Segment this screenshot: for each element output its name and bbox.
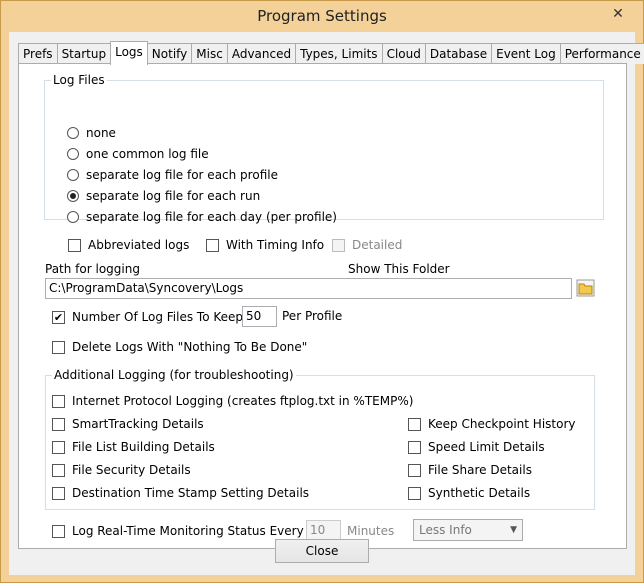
checkbox-label: Detailed bbox=[352, 238, 403, 252]
dialog-client: Prefs Startup Logs Notify Misc Advanced … bbox=[9, 32, 644, 575]
destination-time-stamp-checkbox[interactable]: Destination Time Stamp Setting Details bbox=[52, 485, 309, 501]
tab-database[interactable]: Database bbox=[424, 43, 493, 64]
tab-misc[interactable]: Misc bbox=[191, 43, 228, 64]
checkbox-label: Number Of Log Files To Keep: bbox=[72, 310, 248, 324]
keep-log-files-checkbox[interactable]: ✔ Number Of Log Files To Keep: bbox=[52, 309, 247, 325]
checkbox-label: Delete Logs With "Nothing To Be Done" bbox=[72, 340, 308, 354]
chevron-down-icon: ▼ bbox=[510, 525, 517, 535]
logs-tab-page: Log Files none one common log file separ… bbox=[18, 63, 627, 549]
keep-checkpoint-history-checkbox[interactable]: Keep Checkpoint History bbox=[408, 416, 576, 432]
keep-count-input[interactable]: 50 bbox=[242, 306, 277, 327]
radio-per-day[interactable]: separate log file for each day (per prof… bbox=[67, 209, 337, 225]
log-path-input[interactable]: C:\ProgramData\Syncovery\Logs bbox=[45, 278, 572, 299]
tab-performance[interactable]: Performance bbox=[559, 43, 644, 64]
checkbox[interactable] bbox=[52, 463, 65, 477]
radio-label: none bbox=[86, 126, 116, 140]
radio-label: separate log file for each run bbox=[86, 189, 261, 203]
checkbox-label: File Security Details bbox=[72, 463, 191, 477]
radio-button-selected[interactable] bbox=[67, 190, 79, 202]
tab-notify[interactable]: Notify bbox=[146, 43, 193, 64]
abbreviated-logs-checkbox[interactable]: Abbreviated logs bbox=[68, 237, 189, 253]
window-title: Program Settings bbox=[257, 7, 387, 25]
close-button[interactable]: Close bbox=[275, 539, 369, 563]
checkbox-label: Abbreviated logs bbox=[88, 238, 190, 252]
radio-button[interactable] bbox=[67, 127, 79, 139]
additional-logging-title: Additional Logging (for troubleshooting) bbox=[52, 368, 296, 382]
browse-folder-button[interactable] bbox=[576, 278, 595, 298]
folder-icon bbox=[576, 279, 595, 297]
detailed-checkbox: Detailed bbox=[332, 237, 402, 253]
checkbox[interactable] bbox=[68, 238, 81, 252]
title-bar[interactable]: Program Settings ✕ bbox=[1, 1, 643, 31]
checkbox-disabled bbox=[332, 238, 345, 252]
checkbox[interactable] bbox=[52, 417, 65, 431]
checkbox-label: Destination Time Stamp Setting Details bbox=[72, 486, 310, 500]
checkbox[interactable] bbox=[408, 417, 421, 431]
tab-startup[interactable]: Startup bbox=[56, 43, 112, 64]
tab-strip: Prefs Startup Logs Notify Misc Advanced … bbox=[18, 41, 644, 65]
show-this-folder-link[interactable]: Show This Folder bbox=[348, 262, 450, 276]
tab-prefs[interactable]: Prefs bbox=[18, 43, 58, 64]
checkbox[interactable] bbox=[52, 486, 65, 500]
checkbox[interactable] bbox=[52, 340, 65, 354]
delete-nothing-checkbox[interactable]: Delete Logs With "Nothing To Be Done" bbox=[52, 339, 307, 355]
checkbox-checked[interactable]: ✔ bbox=[52, 310, 65, 324]
checkbox[interactable] bbox=[408, 486, 421, 500]
checkbox-label: Log Real-Time Monitoring Status Every bbox=[72, 524, 304, 538]
timing-info-checkbox[interactable]: With Timing Info bbox=[206, 237, 324, 253]
radio-button[interactable] bbox=[67, 169, 79, 181]
smarttracking-checkbox[interactable]: SmartTracking Details bbox=[52, 416, 204, 432]
tab-event-log[interactable]: Event Log bbox=[491, 43, 561, 64]
radio-per-run[interactable]: separate log file for each run bbox=[67, 188, 260, 204]
checkbox[interactable] bbox=[408, 440, 421, 454]
checkbox[interactable] bbox=[206, 238, 219, 252]
log-files-group-title: Log Files bbox=[51, 73, 107, 87]
minutes-label: Minutes bbox=[347, 524, 395, 538]
radio-button[interactable] bbox=[67, 211, 79, 223]
checkbox-label: Speed Limit Details bbox=[428, 440, 545, 454]
radio-per-profile[interactable]: separate log file for each profile bbox=[67, 167, 278, 183]
radio-label: separate log file for each profile bbox=[86, 168, 278, 182]
file-security-checkbox[interactable]: File Security Details bbox=[52, 462, 191, 478]
checkbox[interactable] bbox=[52, 440, 65, 454]
radio-label: one common log file bbox=[86, 147, 209, 161]
info-level-dropdown[interactable]: Less Info ▼ bbox=[413, 519, 523, 541]
radio-none[interactable]: none bbox=[67, 125, 116, 141]
radio-one-common-log[interactable]: one common log file bbox=[67, 146, 209, 162]
file-share-checkbox[interactable]: File Share Details bbox=[408, 462, 532, 478]
radio-label: separate log file for each day (per prof… bbox=[86, 210, 337, 224]
synthetic-details-checkbox[interactable]: Synthetic Details bbox=[408, 485, 530, 501]
checkbox[interactable] bbox=[52, 524, 65, 538]
tab-types-limits[interactable]: Types, Limits bbox=[295, 43, 383, 64]
checkbox-label: Keep Checkpoint History bbox=[428, 417, 576, 431]
program-settings-window: Program Settings ✕ Prefs Startup Logs No… bbox=[0, 0, 644, 583]
checkbox-label: Internet Protocol Logging (creates ftplo… bbox=[72, 394, 414, 408]
realtime-interval-input[interactable]: 10 bbox=[306, 520, 341, 541]
per-profile-label: Per Profile bbox=[282, 309, 343, 323]
internet-protocol-logging-checkbox[interactable]: Internet Protocol Logging (creates ftplo… bbox=[52, 393, 413, 409]
close-icon[interactable]: ✕ bbox=[609, 5, 627, 23]
checkbox-label: Synthetic Details bbox=[428, 486, 531, 500]
checkbox-label: SmartTracking Details bbox=[72, 417, 204, 431]
checkbox[interactable] bbox=[52, 394, 65, 408]
tab-logs[interactable]: Logs bbox=[110, 41, 148, 65]
checkbox-label: With Timing Info bbox=[226, 238, 325, 252]
checkbox-label: File Share Details bbox=[428, 463, 532, 477]
speed-limit-checkbox[interactable]: Speed Limit Details bbox=[408, 439, 545, 455]
radio-button[interactable] bbox=[67, 148, 79, 160]
tab-advanced[interactable]: Advanced bbox=[226, 43, 297, 64]
checkbox-label: File List Building Details bbox=[72, 440, 215, 454]
checkbox[interactable] bbox=[408, 463, 421, 477]
path-for-logging-label: Path for logging bbox=[45, 262, 140, 276]
tab-cloud[interactable]: Cloud bbox=[381, 43, 426, 64]
file-list-building-checkbox[interactable]: File List Building Details bbox=[52, 439, 215, 455]
realtime-monitoring-checkbox[interactable]: Log Real-Time Monitoring Status Every bbox=[52, 523, 304, 539]
dropdown-value: Less Info bbox=[419, 523, 472, 537]
